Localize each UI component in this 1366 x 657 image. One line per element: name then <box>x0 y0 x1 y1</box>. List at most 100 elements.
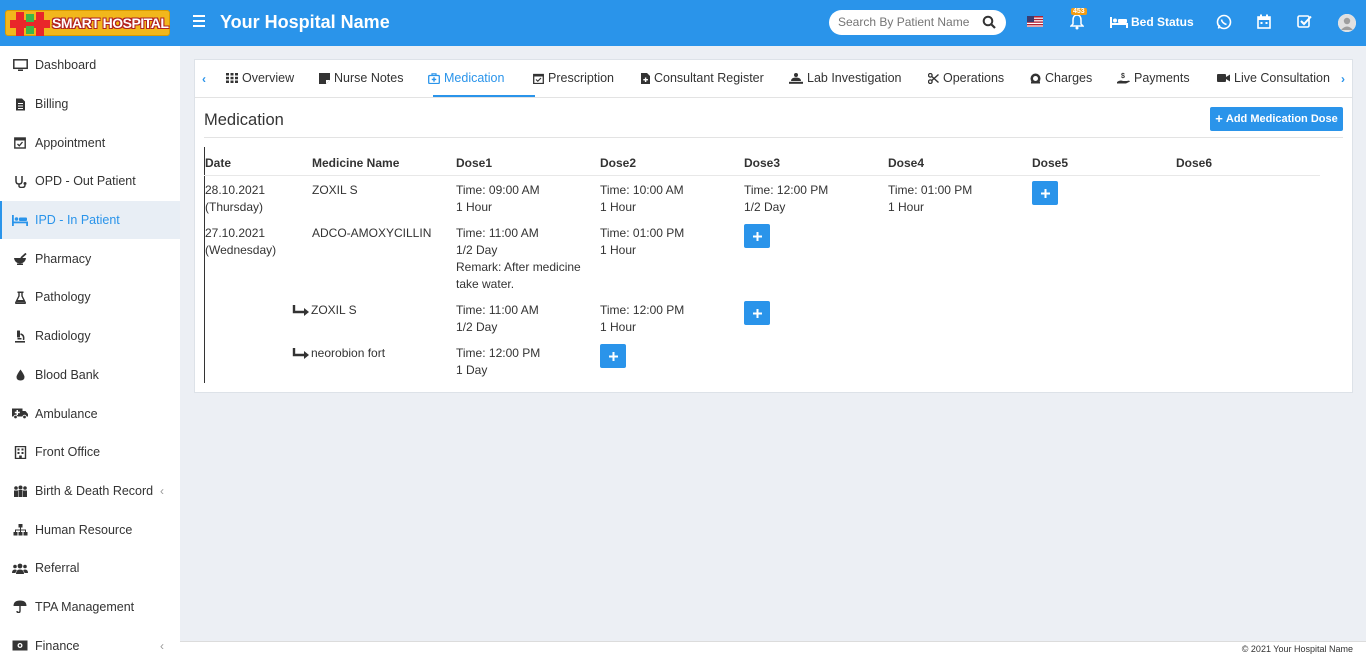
table-row-date: 27.10.2021 (Wednesday) <box>205 225 276 259</box>
sidebar-item-radiology[interactable]: Radiology <box>0 317 180 356</box>
dose-quantity: 1 Hour <box>888 200 925 214</box>
tab-medication[interactable]: Medication <box>428 71 504 85</box>
add-medication-dose-label: Add Medication Dose <box>1225 113 1338 125</box>
sidebar: Dashboard Billing Appointment OPD - Out … <box>0 46 180 657</box>
medicine-name-text: ZOXIL S <box>311 303 357 317</box>
file-medical-icon <box>641 72 650 84</box>
mortar-pestle-icon <box>12 252 28 266</box>
tab-scroll-left-icon[interactable]: ‹ <box>195 60 213 97</box>
sidebar-item-label: Birth & Death Record <box>35 483 154 498</box>
tab-payments[interactable]: $ Payments <box>1117 71 1190 85</box>
sidebar-item-label: Appointment <box>35 135 106 150</box>
plus-icon <box>1040 188 1050 198</box>
sidebar-item-birth-death-record[interactable]: Birth & Death Record ‹ <box>0 472 180 511</box>
tab-label: Medication <box>444 71 505 85</box>
medication-panel: ‹ Overview Nurse Notes Medication Prescr… <box>194 59 1353 393</box>
sidebar-item-ipd[interactable]: IPD - In Patient <box>0 200 180 240</box>
ambulance-icon <box>12 407 28 421</box>
add-medication-dose-button[interactable]: + Add Medication Dose <box>1210 107 1343 131</box>
tab-prescription[interactable]: Prescription <box>533 71 614 85</box>
top-header: SMART HOSPITAL Your Hospital Name 453 Be… <box>0 0 1366 46</box>
menu-toggle-icon[interactable] <box>193 15 205 29</box>
plus-icon <box>608 351 618 361</box>
dose-time: Time: 09:00 AM <box>456 183 540 197</box>
add-dose-button[interactable] <box>744 224 770 248</box>
bed-icon <box>12 213 28 227</box>
sidebar-item-label: TPA Management <box>35 599 135 614</box>
calendar-icon[interactable] <box>1257 14 1271 29</box>
hospital-name: Your Hospital Name <box>220 12 390 32</box>
tab-scroll-right-icon[interactable]: › <box>1334 60 1352 97</box>
sidebar-item-label: Front Office <box>35 445 101 460</box>
sidebar-item-ambulance[interactable]: Ambulance <box>0 394 180 433</box>
column-header-dose6: Dose6 <box>1176 156 1213 170</box>
task-check-icon[interactable] <box>1297 14 1312 29</box>
sub-arrow-icon <box>292 304 309 316</box>
dose-quantity: 1/2 Day <box>456 320 498 334</box>
sidebar-item-dashboard[interactable]: Dashboard <box>0 46 180 85</box>
sidebar-item-label: OPD - Out Patient <box>35 174 136 189</box>
tab-label: Overview <box>242 71 295 85</box>
grid-icon <box>226 73 238 83</box>
medicine-name: ZOXIL S <box>312 183 358 197</box>
sidebar-item-label: Ambulance <box>35 406 98 421</box>
tab-nurse-notes[interactable]: Nurse Notes <box>319 71 403 85</box>
monitor-icon <box>12 58 28 72</box>
tab-lab-investigation[interactable]: Lab Investigation <box>789 71 902 85</box>
money-bill-icon <box>1030 73 1041 83</box>
tab-overview[interactable]: Overview <box>226 71 294 85</box>
patient-search-input[interactable] <box>838 15 978 29</box>
footer: © 2021 Your Hospital Name <box>180 641 1366 657</box>
tab-label: Operations <box>943 71 1005 85</box>
tab-charges[interactable]: Charges <box>1030 71 1092 85</box>
us-flag-icon[interactable] <box>1027 16 1043 27</box>
sidebar-item-label: Blood Bank <box>35 367 99 382</box>
dose-time: Time: 12:00 PM <box>600 303 685 317</box>
tab-strip: Overview Nurse Notes Medication Prescrip… <box>213 60 1333 98</box>
building-icon <box>12 445 28 459</box>
sitemap-icon <box>12 523 28 537</box>
user-avatar[interactable] <box>1338 14 1356 32</box>
lab-icon <box>789 72 803 84</box>
bed-status-button[interactable]: Bed Status <box>1110 15 1194 29</box>
active-tab-indicator <box>433 95 535 97</box>
svg-text:$: $ <box>1121 73 1125 80</box>
column-header-dose5: Dose5 <box>1032 156 1069 170</box>
sidebar-item-referral[interactable]: Referral <box>0 549 180 588</box>
page-title: Medication <box>204 111 284 129</box>
add-dose-button[interactable] <box>600 344 626 368</box>
column-header-dose1: Dose1 <box>456 156 493 170</box>
plus-icon: + <box>1215 111 1223 126</box>
sidebar-item-label: Referral <box>35 561 80 576</box>
app-logo[interactable]: SMART HOSPITAL <box>5 10 170 36</box>
add-dose-button[interactable] <box>744 301 770 325</box>
search-icon[interactable] <box>982 15 996 29</box>
tab-operations[interactable]: Operations <box>928 71 1004 85</box>
sidebar-item-tpa-management[interactable]: TPA Management <box>0 588 180 627</box>
sidebar-item-human-resource[interactable]: Human Resource <box>0 510 180 549</box>
dose-quantity: 1 Hour <box>600 200 637 214</box>
sidebar-item-finance[interactable]: Finance ‹ <box>0 626 180 657</box>
calendar-check-icon <box>12 136 28 150</box>
calendar-check-icon <box>533 73 544 84</box>
dose-time: Time: 01:00 PM <box>600 226 685 240</box>
tab-label: Live Consultation <box>1234 71 1330 85</box>
video-camera-icon <box>1217 74 1230 82</box>
sidebar-item-appointment[interactable]: Appointment <box>0 123 180 162</box>
dose-quantity: 1/2 Day <box>456 243 498 257</box>
sidebar-item-opd[interactable]: OPD - Out Patient <box>0 162 180 201</box>
tab-consultant-register[interactable]: Consultant Register <box>641 71 764 85</box>
bell-icon[interactable] <box>1070 14 1084 30</box>
sidebar-item-label: Radiology <box>35 329 91 344</box>
sidebar-item-pharmacy[interactable]: Pharmacy <box>0 239 180 278</box>
tab-label: Nurse Notes <box>334 71 404 85</box>
dose-cell: Time: 11:00 AM 1/2 Day <box>456 302 539 336</box>
sidebar-item-blood-bank[interactable]: Blood Bank <box>0 356 180 395</box>
dose-time: Time: 01:00 PM <box>888 183 973 197</box>
whatsapp-icon[interactable] <box>1216 14 1232 30</box>
add-dose-button[interactable] <box>1032 181 1058 205</box>
tab-live-consultation[interactable]: Live Consultation <box>1217 71 1330 85</box>
sidebar-item-pathology[interactable]: Pathology <box>0 278 180 317</box>
sidebar-item-front-office[interactable]: Front Office <box>0 433 180 472</box>
sidebar-item-billing[interactable]: Billing <box>0 85 180 124</box>
